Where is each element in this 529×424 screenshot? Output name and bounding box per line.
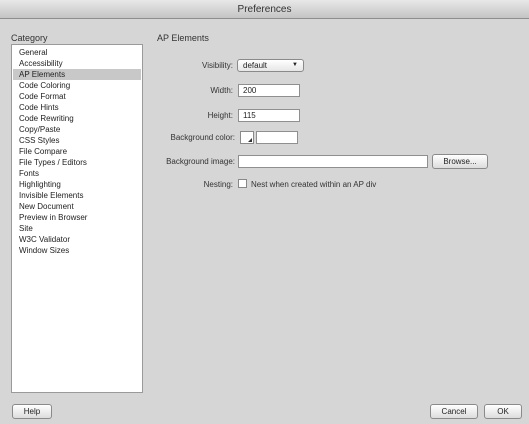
- category-item-code-format[interactable]: Code Format: [13, 91, 141, 102]
- category-item-w3c-validator[interactable]: W3C Validator: [13, 234, 141, 245]
- visibility-value: default: [243, 61, 268, 70]
- category-item-general[interactable]: General: [13, 47, 141, 58]
- window-title: Preferences: [237, 4, 292, 15]
- nesting-checkbox-label[interactable]: Nest when created within an AP div: [251, 180, 376, 189]
- panel-title: AP Elements: [157, 33, 209, 43]
- category-item-accessibility[interactable]: Accessibility: [13, 58, 141, 69]
- ok-button[interactable]: OK: [484, 404, 522, 419]
- category-item-code-rewriting[interactable]: Code Rewriting: [13, 113, 141, 124]
- nesting-checkbox[interactable]: [238, 179, 247, 188]
- height-label: Height:: [207, 111, 233, 120]
- category-item-fonts[interactable]: Fonts: [13, 168, 141, 179]
- category-item-code-hints[interactable]: Code Hints: [13, 102, 141, 113]
- category-item-preview-in-browser[interactable]: Preview in Browser: [13, 212, 141, 223]
- help-button[interactable]: Help: [12, 404, 52, 419]
- category-item-file-compare[interactable]: File Compare: [13, 146, 141, 157]
- visibility-label: Visibility:: [202, 61, 233, 70]
- bg-color-label: Background color:: [170, 133, 235, 142]
- width-input[interactable]: 200: [238, 84, 300, 97]
- bg-color-input[interactable]: [256, 131, 298, 144]
- category-heading: Category: [11, 33, 48, 43]
- browse-button[interactable]: Browse...: [432, 154, 488, 169]
- swatch-arrow-icon: [248, 138, 252, 142]
- chevron-down-icon: ▼: [292, 62, 298, 68]
- cancel-button[interactable]: Cancel: [430, 404, 478, 419]
- width-label: Width:: [210, 86, 233, 95]
- bg-image-input[interactable]: [238, 155, 428, 168]
- category-item-file-types-editors[interactable]: File Types / Editors: [13, 157, 141, 168]
- category-item-ap-elements[interactable]: AP Elements: [13, 69, 141, 80]
- visibility-select[interactable]: default ▼: [237, 59, 304, 72]
- height-input[interactable]: 115: [238, 109, 300, 122]
- window-titlebar: Preferences: [0, 0, 529, 19]
- color-picker-icon[interactable]: [240, 131, 254, 144]
- category-item-css-styles[interactable]: CSS Styles: [13, 135, 141, 146]
- category-item-invisible-elements[interactable]: Invisible Elements: [13, 190, 141, 201]
- category-item-highlighting[interactable]: Highlighting: [13, 179, 141, 190]
- bg-image-label: Background image:: [166, 157, 235, 166]
- category-list[interactable]: General Accessibility AP Elements Code C…: [11, 44, 143, 393]
- category-item-code-coloring[interactable]: Code Coloring: [13, 80, 141, 91]
- category-item-site[interactable]: Site: [13, 223, 141, 234]
- category-item-window-sizes[interactable]: Window Sizes: [13, 245, 141, 256]
- category-item-new-document[interactable]: New Document: [13, 201, 141, 212]
- category-item-copy-paste[interactable]: Copy/Paste: [13, 124, 141, 135]
- nesting-label: Nesting:: [203, 180, 233, 189]
